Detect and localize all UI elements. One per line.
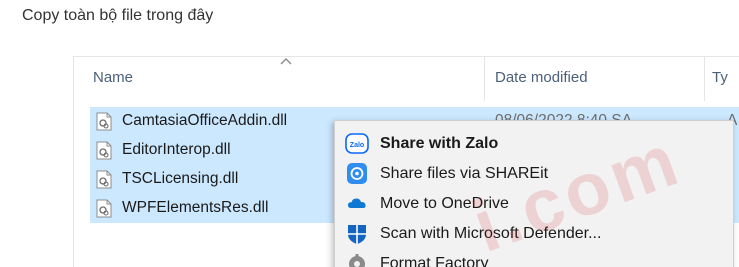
column-divider[interactable]	[484, 57, 485, 101]
file-name: TSCLicensing.dll	[122, 170, 239, 187]
menu-item-label: Scan with Microsoft Defender...	[380, 225, 602, 242]
sort-ascending-icon	[280, 58, 292, 65]
onedrive-icon	[348, 198, 366, 208]
menu-item-label: Format Factory	[380, 255, 489, 267]
menu-item-share-via-shareit[interactable]: Share files via SHAREit	[335, 159, 733, 189]
context-menu: Zalo Share with Zalo Share files via SHA…	[334, 120, 734, 267]
menu-item-share-with-zalo[interactable]: Zalo Share with Zalo	[335, 129, 733, 159]
column-header-type[interactable]: Ty	[712, 69, 728, 86]
dll-file-icon	[96, 170, 112, 189]
menu-item-label: Share with Zalo	[380, 135, 499, 152]
dll-file-icon	[96, 199, 112, 218]
svg-text:Zalo: Zalo	[350, 142, 364, 149]
caption-text: Copy toàn bộ file trong đây	[22, 7, 214, 24]
file-name: WPFElementsRes.dll	[122, 199, 269, 216]
file-name: EditorInterop.dll	[122, 141, 231, 158]
column-header-name[interactable]: Name	[93, 69, 133, 86]
menu-item-scan-with-defender[interactable]: Scan with Microsoft Defender...	[335, 219, 733, 249]
shareit-icon	[347, 163, 367, 184]
menu-item-label: Move to OneDrive	[380, 195, 509, 212]
column-header-bar: Name Date modified Ty	[74, 57, 739, 101]
column-header-date-modified[interactable]: Date modified	[495, 69, 588, 86]
format-factory-icon	[349, 254, 365, 267]
screenshot: Copy toàn bộ file trong đây Name Date mo…	[0, 0, 739, 267]
menu-item-format-factory[interactable]: Format Factory	[335, 249, 733, 267]
dll-file-icon	[96, 141, 112, 160]
file-name: CamtasiaOfficeAddin.dll	[122, 112, 288, 129]
defender-shield-icon	[348, 225, 366, 244]
zalo-icon: Zalo	[345, 133, 369, 154]
menu-item-label: Share files via SHAREit	[380, 165, 549, 182]
dll-file-icon	[96, 112, 112, 131]
column-divider[interactable]	[704, 57, 705, 101]
menu-item-move-to-onedrive[interactable]: Move to OneDrive	[335, 189, 733, 219]
